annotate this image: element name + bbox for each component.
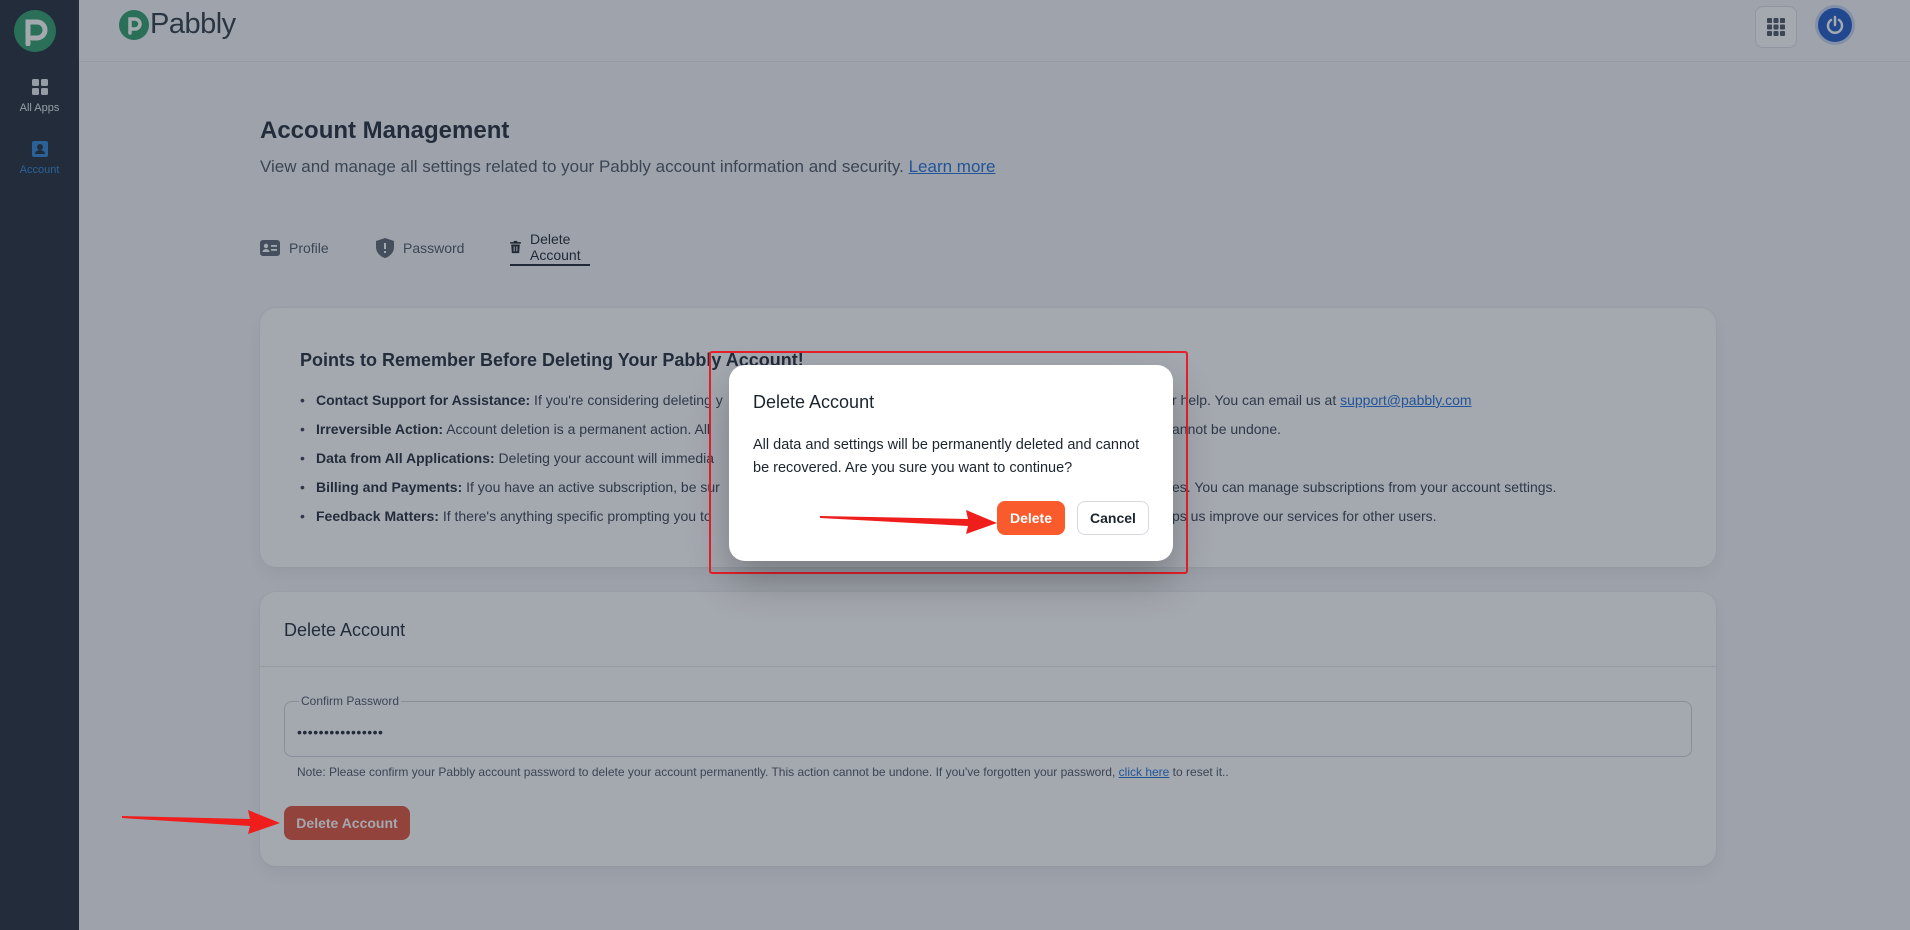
cancel-button[interactable]: Cancel xyxy=(1077,501,1149,535)
confirm-delete-button[interactable]: Delete xyxy=(997,501,1065,535)
dialog-message: All data and settings will be permanentl… xyxy=(753,437,1140,476)
annotation-arrow-icon xyxy=(122,810,280,834)
annotation-arrow-icon xyxy=(820,509,997,534)
dialog-title: Delete Account xyxy=(753,392,875,412)
